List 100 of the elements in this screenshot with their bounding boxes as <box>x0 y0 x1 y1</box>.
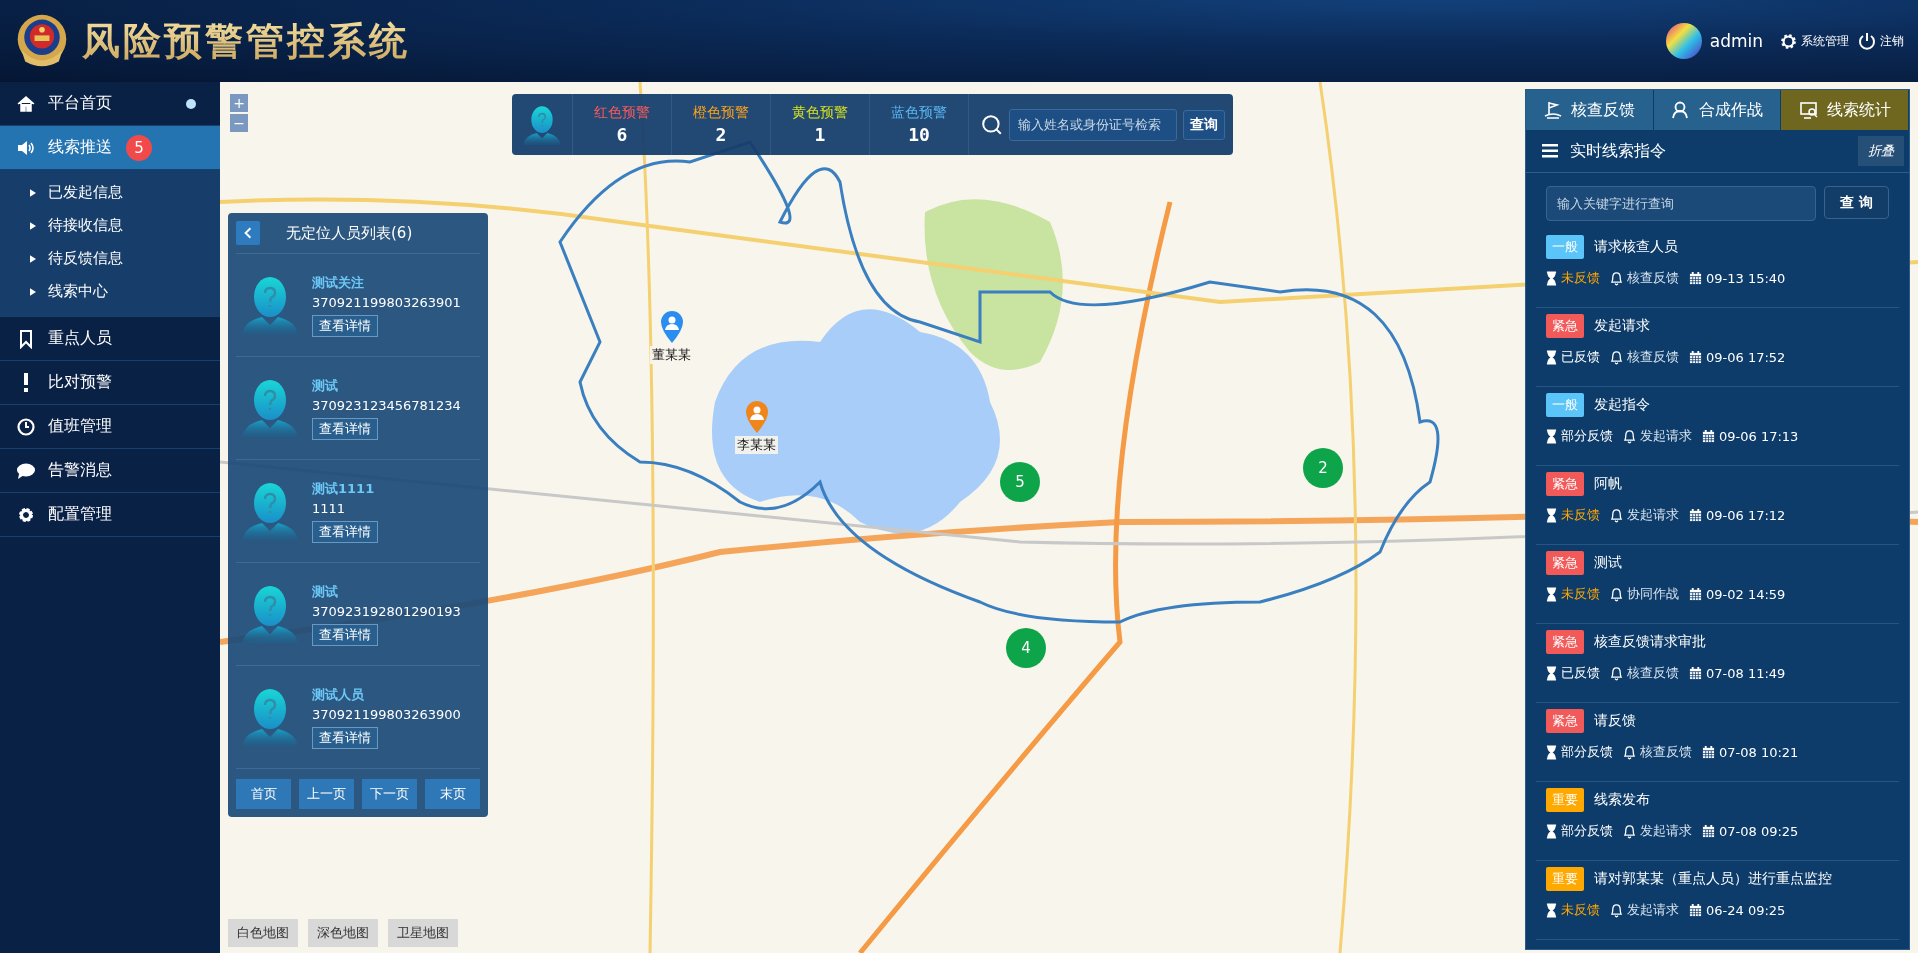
header-link[interactable]: 系统管理 <box>1779 31 1849 51</box>
hourglass-icon <box>1546 270 1557 286</box>
priority-tag: 一般 <box>1546 393 1584 417</box>
clue-title[interactable]: 阿帆 <box>1594 475 1622 493</box>
clue-title[interactable]: 测试 <box>1594 554 1622 572</box>
marker-label: 董某某 <box>650 346 693 364</box>
priority-tag: 重要 <box>1546 867 1584 891</box>
details-button[interactable]: 查看详情 <box>312 623 378 646</box>
bell-icon <box>1610 270 1623 286</box>
query-button[interactable]: 查 询 <box>1824 186 1889 219</box>
alert-count: 6 <box>616 124 628 145</box>
clue-title[interactable]: 线索发布 <box>1594 791 1650 809</box>
pager-button[interactable]: 上一页 <box>299 779 354 809</box>
alert-count: 10 <box>908 124 930 145</box>
panel-tab[interactable]: 合成作战 <box>1653 90 1782 130</box>
hourglass-icon <box>1546 744 1557 760</box>
submenu-item[interactable]: 待反馈信息 <box>0 242 220 275</box>
clue-title[interactable]: 请对郭某某（重点人员）进行重点监控 <box>1594 870 1832 888</box>
search-button[interactable]: 查询 <box>1183 109 1225 140</box>
feedback-status: 已反馈 <box>1561 664 1600 682</box>
submenu-item[interactable]: 已发起信息 <box>0 176 220 209</box>
priority-tag: 紧急 <box>1546 551 1584 575</box>
clue-type: 核查反馈 <box>1627 664 1679 682</box>
calendar-icon <box>1702 745 1715 759</box>
sidebar-item[interactable]: 线索推送 5 <box>0 126 220 170</box>
calendar-icon <box>1689 903 1702 917</box>
map-type-button[interactable]: 深色地图 <box>308 919 378 947</box>
caret-icon <box>30 286 36 297</box>
alert-level-label: 黄色预警 <box>792 104 848 122</box>
person-avatar <box>240 584 300 644</box>
id-number: 1111 <box>312 500 347 516</box>
caret-icon <box>30 220 36 231</box>
person-name: 测试关注 <box>312 273 365 292</box>
panel-tab[interactable]: 核查反馈 <box>1526 90 1654 130</box>
panel-title: 无定位人员列表(6) <box>286 223 413 243</box>
bell-icon <box>1623 744 1636 760</box>
details-button[interactable]: 查看详情 <box>312 417 378 440</box>
hourglass-icon <box>1546 349 1557 365</box>
clue-title[interactable]: 请求核查人员 <box>1594 238 1678 256</box>
person-avatar <box>240 275 300 335</box>
user-icon <box>1671 100 1691 120</box>
keyword-search-field[interactable]: 输入关键字进行查询 <box>1546 186 1816 221</box>
person-avatar <box>240 687 300 747</box>
alert-count: 2 <box>715 124 727 145</box>
submenu-item[interactable]: 线索中心 <box>0 275 220 308</box>
hourglass-icon <box>1546 665 1557 681</box>
details-button[interactable]: 查看详情 <box>312 726 378 749</box>
map-type-button[interactable]: 卫星地图 <box>388 919 458 947</box>
sidebar-item[interactable]: 告警消息 <box>0 449 220 493</box>
clue-title[interactable]: 请反馈 <box>1594 712 1636 730</box>
clue-title[interactable]: 发起请求 <box>1594 317 1650 335</box>
settings-icon <box>1779 31 1798 51</box>
search-field[interactable]: 输入姓名或身份证号检索 <box>1009 108 1177 141</box>
person-name: 测试1111 <box>312 479 376 498</box>
hourglass-icon <box>1546 902 1557 918</box>
priority-tag: 紧急 <box>1546 472 1584 496</box>
details-button[interactable]: 查看详情 <box>312 520 378 543</box>
clue-time: 09-06 17:12 <box>1706 507 1786 523</box>
person-name: 测试 <box>312 582 339 601</box>
clue-type: 发起请求 <box>1640 822 1692 840</box>
priority-tag: 重要 <box>1546 788 1584 812</box>
clue-title[interactable]: 发起指令 <box>1594 396 1650 414</box>
clue-time: 07-08 11:49 <box>1706 665 1786 681</box>
pager-button[interactable]: 下一页 <box>362 779 417 809</box>
pager-button[interactable]: 首页 <box>236 779 291 809</box>
panel-tab[interactable]: 线索统计 <box>1781 90 1909 130</box>
back-button[interactable] <box>236 221 260 245</box>
person-name: 测试人员 <box>312 685 365 704</box>
caret-icon <box>30 187 36 198</box>
clue-title[interactable]: 核查反馈请求审批 <box>1594 633 1706 651</box>
submenu-item[interactable]: 待接收信息 <box>0 209 220 242</box>
pager-button[interactable]: 末页 <box>425 779 480 809</box>
id-number: 370921199803263901 <box>312 294 461 310</box>
feedback-status: 部分反馈 <box>1561 822 1613 840</box>
map-pin-icon[interactable] <box>658 310 685 344</box>
flag-icon <box>1543 100 1564 120</box>
bell-icon <box>1610 507 1623 523</box>
chevron-left-icon <box>244 227 252 239</box>
clue-time: 09-02 14:59 <box>1706 586 1786 602</box>
monitor-search-icon <box>1798 100 1819 120</box>
calendar-icon <box>1689 271 1702 285</box>
feedback-status: 未反馈 <box>1561 506 1600 524</box>
collapse-button[interactable]: 折叠 <box>1858 136 1904 166</box>
map-pin-icon[interactable] <box>743 400 770 434</box>
bell-icon <box>1610 902 1623 918</box>
calendar-icon <box>1689 350 1702 364</box>
feedback-status: 部分反馈 <box>1561 427 1613 445</box>
calendar-icon <box>1689 666 1702 680</box>
home-icon <box>16 93 36 114</box>
map-type-button[interactable]: 白色地图 <box>228 919 298 947</box>
details-button[interactable]: 查看详情 <box>312 314 378 337</box>
bell-icon <box>1610 665 1623 681</box>
person-name: 测试 <box>312 376 339 395</box>
clue-time: 07-08 09:25 <box>1719 823 1799 839</box>
feedback-status: 未反馈 <box>1561 901 1600 919</box>
calendar-icon <box>1689 587 1702 601</box>
caret-icon <box>30 253 36 264</box>
header-link[interactable]: 注销 <box>1857 31 1904 51</box>
id-number: 370923123456781234 <box>312 397 461 413</box>
exclamation-icon <box>24 373 28 392</box>
